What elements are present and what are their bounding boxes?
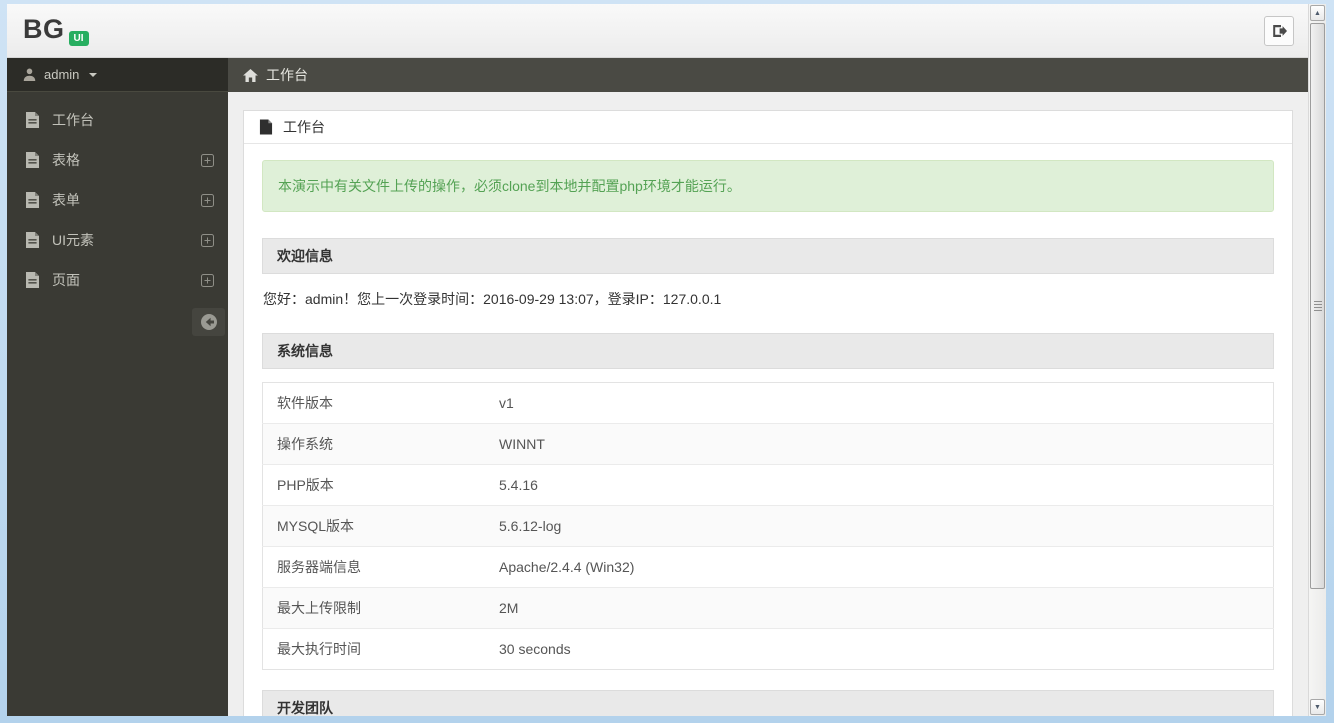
- row-label: MYSQL版本: [262, 505, 485, 547]
- demo-alert: 本演示中有关文件上传的操作，必须clone到本地并配置php环境才能运行。: [262, 160, 1274, 212]
- user-dropdown[interactable]: admin: [7, 58, 228, 92]
- logout-button[interactable]: [1264, 16, 1294, 46]
- page: BG UI admin 工作台 表格 表单 UI元素 页面 工作台 工作台 本演…: [7, 4, 1308, 716]
- panel-title: 工作台: [283, 119, 325, 135]
- sidebar-nav: 工作台 表格 表单 UI元素 页面: [7, 92, 228, 300]
- caret-down-icon: [89, 72, 98, 77]
- sidebar-item-label: 工作台: [52, 112, 94, 128]
- content-scroll-area: 工作台 本演示中有关文件上传的操作，必须clone到本地并配置php环境才能运行…: [228, 92, 1308, 716]
- scrollbar-up-arrow[interactable]: ▲: [1310, 5, 1325, 21]
- sidebar-item[interactable]: 表单: [7, 180, 228, 220]
- breadcrumb-current[interactable]: 工作台: [266, 65, 308, 85]
- plus-square-icon[interactable]: [201, 153, 214, 167]
- user-icon: [23, 68, 36, 81]
- file-icon: [25, 272, 40, 288]
- row-value: v1: [499, 395, 514, 411]
- sign-out-icon: [1271, 23, 1287, 39]
- user-name: admin: [44, 67, 80, 82]
- row-value: 2M: [485, 587, 1274, 629]
- table-row: MYSQL版本 5.6.12-log: [262, 505, 1274, 547]
- row-value: Apache/2.4.4 (Win32): [485, 546, 1274, 588]
- row-label: 最大上传限制: [262, 587, 485, 629]
- panel-body: 本演示中有关文件上传的操作，必须clone到本地并配置php环境才能运行。 欢迎…: [244, 144, 1292, 716]
- sidebar-item[interactable]: UI元素: [7, 220, 228, 260]
- team-section-heading: 开发团队: [262, 690, 1274, 716]
- system-info-table: 软件版本 v1 操作系统 WINNT PHP版本 5.4.16 MYSQL版本 …: [262, 382, 1274, 670]
- sidebar-item-label: 表单: [52, 192, 80, 208]
- panel-header: 工作台: [244, 111, 1292, 144]
- plus-square-icon[interactable]: [201, 273, 214, 287]
- file-icon: [25, 232, 40, 248]
- breadcrumb: 工作台: [228, 58, 1308, 92]
- row-label: 最大执行时间: [262, 628, 485, 670]
- sidebar-collapse-row: [7, 300, 228, 336]
- file-icon: [25, 192, 40, 208]
- app-logo: BG UI: [23, 14, 89, 46]
- browser-window: BG UI admin 工作台 表格 表单 UI元素 页面 工作台 工作台 本演…: [7, 4, 1326, 716]
- sidebar: admin 工作台 表格 表单 UI元素 页面: [7, 58, 228, 716]
- arrow-circle-left-icon: [200, 313, 218, 331]
- welcome-section-heading: 欢迎信息: [262, 238, 1274, 274]
- table-row: 软件版本 v1: [263, 383, 1274, 424]
- sidebar-item-label: UI元素: [52, 232, 94, 248]
- plus-square-icon[interactable]: [201, 193, 214, 207]
- sidebar-item[interactable]: 工作台: [7, 100, 228, 140]
- row-label: PHP版本: [262, 464, 485, 506]
- row-label: 操作系统: [262, 423, 485, 465]
- main-area: 工作台 工作台 本演示中有关文件上传的操作，必须clone到本地并配置php环境…: [228, 58, 1308, 716]
- sidebar-item-label: 表格: [52, 152, 80, 168]
- row-label: 服务器端信息: [262, 546, 485, 588]
- sidebar-collapse-button[interactable]: [192, 308, 225, 336]
- row-label: 软件版本: [277, 395, 333, 411]
- table-row: 最大执行时间 30 seconds: [262, 628, 1274, 670]
- scrollbar-grip: [1313, 301, 1322, 311]
- file-icon: [25, 152, 40, 168]
- sidebar-item-label: 页面: [52, 272, 80, 288]
- plus-square-icon[interactable]: [201, 233, 214, 247]
- row-value: WINNT: [485, 423, 1274, 465]
- logo-text: BG: [23, 14, 65, 44]
- system-info-section-heading: 系统信息: [262, 333, 1274, 369]
- table-row: 最大上传限制 2M: [262, 587, 1274, 629]
- table-row: 服务器端信息 Apache/2.4.4 (Win32): [262, 546, 1274, 588]
- top-header-bar: BG UI: [7, 4, 1308, 58]
- table-row: PHP版本 5.4.16: [262, 464, 1274, 506]
- welcome-message: 您好：admin！您上一次登录时间：2016-09-29 13:07，登录IP：…: [263, 291, 722, 307]
- scrollbar-thumb[interactable]: [1310, 23, 1325, 589]
- scrollbar-down-arrow[interactable]: ▼: [1310, 699, 1325, 715]
- file-icon: [259, 119, 273, 135]
- home-icon: [243, 68, 258, 82]
- row-value: 5.6.12-log: [485, 505, 1274, 547]
- row-value: 5.4.16: [485, 464, 1274, 506]
- workspace-panel: 工作台 本演示中有关文件上传的操作，必须clone到本地并配置php环境才能运行…: [243, 110, 1293, 716]
- sidebar-item[interactable]: 页面: [7, 260, 228, 300]
- table-row: 操作系统 WINNT: [262, 423, 1274, 465]
- main-layout: admin 工作台 表格 表单 UI元素 页面 工作台 工作台 本演示中有关文件…: [7, 58, 1308, 716]
- logo-ui-badge: UI: [68, 31, 89, 46]
- file-icon: [25, 112, 40, 128]
- sidebar-item[interactable]: 表格: [7, 140, 228, 180]
- vertical-scrollbar[interactable]: ▲ ▼: [1308, 4, 1326, 716]
- row-value: 30 seconds: [485, 628, 1274, 670]
